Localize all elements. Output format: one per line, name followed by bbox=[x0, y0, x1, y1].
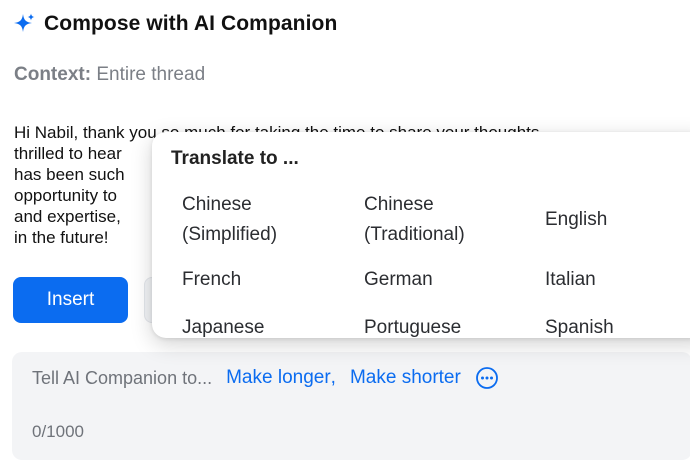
lang-label: French bbox=[182, 269, 242, 290]
lang-label: Spanish bbox=[545, 317, 614, 338]
lang-label: Japanese bbox=[182, 317, 265, 338]
context-value[interactable]: Entire thread bbox=[96, 64, 205, 85]
context-label: Context: bbox=[14, 64, 92, 85]
lang-label: Italian bbox=[545, 269, 596, 290]
lang-option-italian[interactable]: Italian bbox=[545, 265, 596, 295]
prompt-box[interactable]: Tell AI Companion to... Make longer , Ma… bbox=[12, 352, 690, 460]
panel-header: Compose with AI Companion bbox=[12, 12, 337, 36]
lang-label-sub: (Traditional) bbox=[364, 224, 465, 245]
more-options-icon[interactable] bbox=[475, 366, 499, 390]
make-longer-link[interactable]: Make longer bbox=[226, 367, 331, 389]
character-counter: 0/1000 bbox=[32, 422, 84, 441]
lang-label-sub: (Simplified) bbox=[182, 224, 278, 245]
prompt-row: Tell AI Companion to... Make longer , Ma… bbox=[32, 366, 499, 390]
sparkle-icon bbox=[14, 13, 35, 32]
lang-option-chinese-traditional[interactable]: Chinese (Traditional) bbox=[364, 190, 465, 250]
lang-label: Portuguese bbox=[364, 317, 462, 338]
lang-label: Chinese bbox=[182, 194, 252, 215]
suggestion-separator: , bbox=[330, 367, 336, 388]
lang-label: English bbox=[545, 209, 608, 230]
make-shorter-link[interactable]: Make shorter bbox=[350, 367, 461, 389]
lang-option-chinese-simplified[interactable]: Chinese (Simplified) bbox=[182, 190, 277, 250]
lang-option-spanish[interactable]: Spanish bbox=[545, 313, 614, 338]
lang-option-french[interactable]: French bbox=[182, 265, 241, 295]
lang-option-german[interactable]: German bbox=[364, 265, 433, 295]
translate-menu: Translate to ... Chinese (Simplified) Ch… bbox=[152, 132, 690, 338]
context-line: Context: Entire thread bbox=[14, 64, 205, 86]
prompt-input[interactable]: Tell AI Companion to... bbox=[32, 368, 212, 389]
lang-option-japanese[interactable]: Japanese bbox=[182, 313, 264, 338]
compose-panel: Compose with AI Companion Context: Entir… bbox=[0, 0, 690, 460]
page-title: Compose with AI Companion bbox=[44, 12, 338, 35]
insert-button[interactable]: Insert bbox=[13, 277, 128, 323]
translate-menu-title: Translate to ... bbox=[171, 148, 299, 169]
lang-label: Chinese bbox=[364, 194, 434, 215]
lang-option-portuguese[interactable]: Portuguese bbox=[364, 313, 461, 338]
lang-option-english[interactable]: English bbox=[545, 205, 607, 235]
lang-label: German bbox=[364, 269, 433, 290]
